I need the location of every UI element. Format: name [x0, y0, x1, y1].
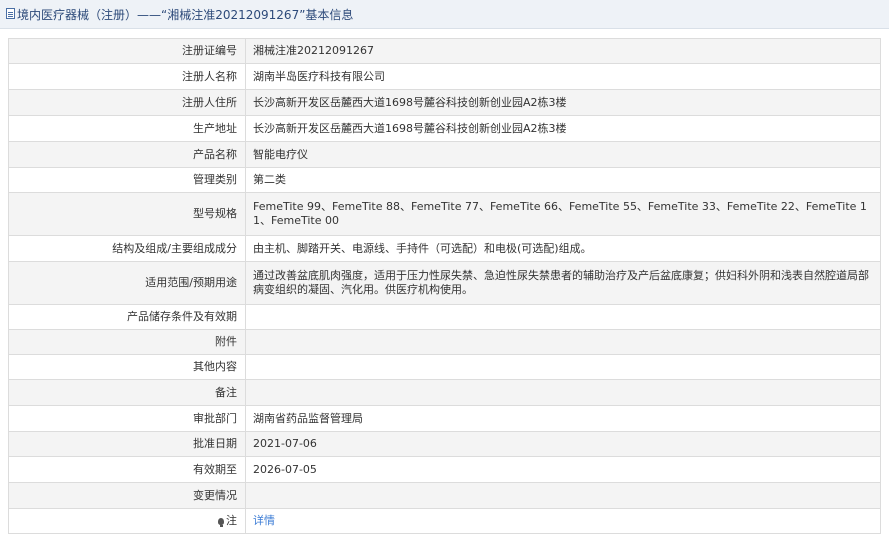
- table-row: 产品储存条件及有效期: [8, 304, 881, 330]
- field-label: 结构及组成/主要组成成分: [8, 235, 246, 262]
- field-value: 第二类: [245, 167, 881, 193]
- field-value: 通过改善盆底肌肉强度，适用于压力性尿失禁、急迫性尿失禁患者的辅助治疗及产后盆底康…: [245, 261, 881, 305]
- field-value: 2026-07-05: [245, 456, 881, 483]
- table-row: 备注: [8, 379, 881, 406]
- field-label: 产品储存条件及有效期: [8, 304, 246, 330]
- field-label: 变更情况: [8, 482, 246, 509]
- table-row: 适用范围/预期用途 通过改善盆底肌肉强度，适用于压力性尿失禁、急迫性尿失禁患者的…: [8, 261, 881, 305]
- field-value: FemeTite 99、FemeTite 88、FemeTite 77、Feme…: [245, 192, 881, 236]
- info-table: 注册证编号 湘械注准20212091267 注册人名称 湖南半岛医疗科技有限公司…: [8, 38, 881, 534]
- table-row: 结构及组成/主要组成成分 由主机、脚踏开关、电源线、手持件（可选配）和电极(可选…: [8, 235, 881, 262]
- field-label: 备注: [8, 379, 246, 406]
- table-row: 型号规格 FemeTite 99、FemeTite 88、FemeTite 77…: [8, 192, 881, 236]
- table-row: 注册人住所 长沙高新开发区岳麓西大道1698号麓谷科技创新创业园A2栋3楼: [8, 89, 881, 116]
- field-value: 智能电疗仪: [245, 141, 881, 168]
- field-value: [245, 329, 881, 355]
- table-row: 附件: [8, 329, 881, 355]
- document-icon: [6, 8, 15, 19]
- table-row: 注册人名称 湖南半岛医疗科技有限公司: [8, 63, 881, 90]
- table-row: 产品名称 智能电疗仪: [8, 141, 881, 168]
- note-label-cell: 注: [8, 508, 246, 534]
- field-value: 详情: [245, 508, 881, 534]
- table-row: 变更情况: [8, 482, 881, 509]
- table-row: 注 详情: [8, 508, 881, 534]
- field-value: 2021-07-06: [245, 431, 881, 457]
- field-value: 湘械注准20212091267: [245, 38, 881, 64]
- field-label: 注册人住所: [8, 89, 246, 116]
- table-row: 有效期至 2026-07-05: [8, 456, 881, 483]
- field-value: [245, 482, 881, 509]
- field-value: [245, 304, 881, 330]
- field-label: 适用范围/预期用途: [8, 261, 246, 305]
- field-label: 注册证编号: [8, 38, 246, 64]
- field-label: 产品名称: [8, 141, 246, 168]
- field-value: 由主机、脚踏开关、电源线、手持件（可选配）和电极(可选配)组成。: [245, 235, 881, 262]
- field-value: 湖南半岛医疗科技有限公司: [245, 63, 881, 90]
- field-label: 批准日期: [8, 431, 246, 457]
- field-label: 审批部门: [8, 405, 246, 432]
- field-label: 注: [226, 514, 237, 527]
- field-value: 长沙高新开发区岳麓西大道1698号麓谷科技创新创业园A2栋3楼: [245, 89, 881, 116]
- field-label: 生产地址: [8, 115, 246, 142]
- details-link[interactable]: 详情: [253, 514, 275, 527]
- page-title: 境内医疗器械（注册）——“湘械注准20212091267”基本信息: [17, 8, 354, 22]
- table-row: 审批部门 湖南省药品监督管理局: [8, 405, 881, 432]
- field-label: 管理类别: [8, 167, 246, 193]
- table-row: 其他内容: [8, 354, 881, 380]
- field-label: 其他内容: [8, 354, 246, 380]
- table-row: 注册证编号 湘械注准20212091267: [8, 38, 881, 64]
- page-header: 境内医疗器械（注册）——“湘械注准20212091267”基本信息: [0, 0, 889, 29]
- field-label: 型号规格: [8, 192, 246, 236]
- table-row: 批准日期 2021-07-06: [8, 431, 881, 457]
- table-row: 管理类别 第二类: [8, 167, 881, 193]
- table-row: 生产地址 长沙高新开发区岳麓西大道1698号麓谷科技创新创业园A2栋3楼: [8, 115, 881, 142]
- field-value: [245, 379, 881, 406]
- field-label: 有效期至: [8, 456, 246, 483]
- field-label: 附件: [8, 329, 246, 355]
- lightbulb-icon: [218, 518, 224, 527]
- field-value: [245, 354, 881, 380]
- field-value: 长沙高新开发区岳麓西大道1698号麓谷科技创新创业园A2栋3楼: [245, 115, 881, 142]
- field-value: 湖南省药品监督管理局: [245, 405, 881, 432]
- field-label: 注册人名称: [8, 63, 246, 90]
